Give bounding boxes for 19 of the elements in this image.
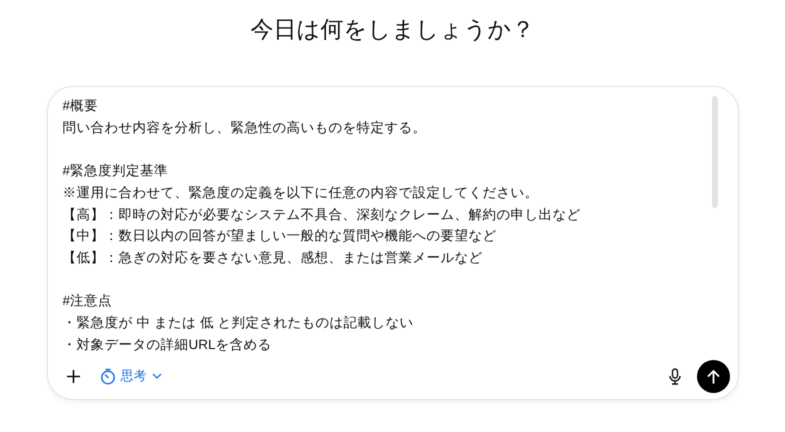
prompt-line: 問い合わせ内容を分析し、緊急性の高いものを特定する。 [62,118,426,137]
prompt-line: #緊急度判定基準 [62,162,168,180]
prompt-line: 【低】：急ぎの対応を要さない意見、感想、または営業メールなど [62,248,482,267]
send-button[interactable] [696,360,730,392]
plus-icon [66,368,81,384]
chevron-down-icon [152,373,162,379]
prompt-line: 【中】：数日以内の回答が望ましい一般的な質問や機能への要望など [62,227,496,246]
timer-icon [100,368,116,384]
arrow-up-icon [706,368,720,384]
mode-button[interactable]: 思考 [96,363,166,389]
prompt-line: ・対象データの詳細URLを含める [62,336,272,354]
prompt-line: #注意点 [62,292,112,310]
scrollbar[interactable] [712,96,718,208]
prompt-line: 【高】：即時の対応が必要なシステム不具合、深刻なクレーム、解約の申し出など [62,206,580,224]
page-heading: 今日は何をしましょうか？ [250,15,534,44]
microphone-icon [668,368,680,384]
prompt-line: ・緊急度が 中 または 低 と判定されたものは記載しない [62,314,414,332]
prompt-line: ※運用に合わせて、緊急度の定義を以下に任意の内容で設定してください。 [62,184,538,202]
prompt-line: #概要 [62,97,98,115]
